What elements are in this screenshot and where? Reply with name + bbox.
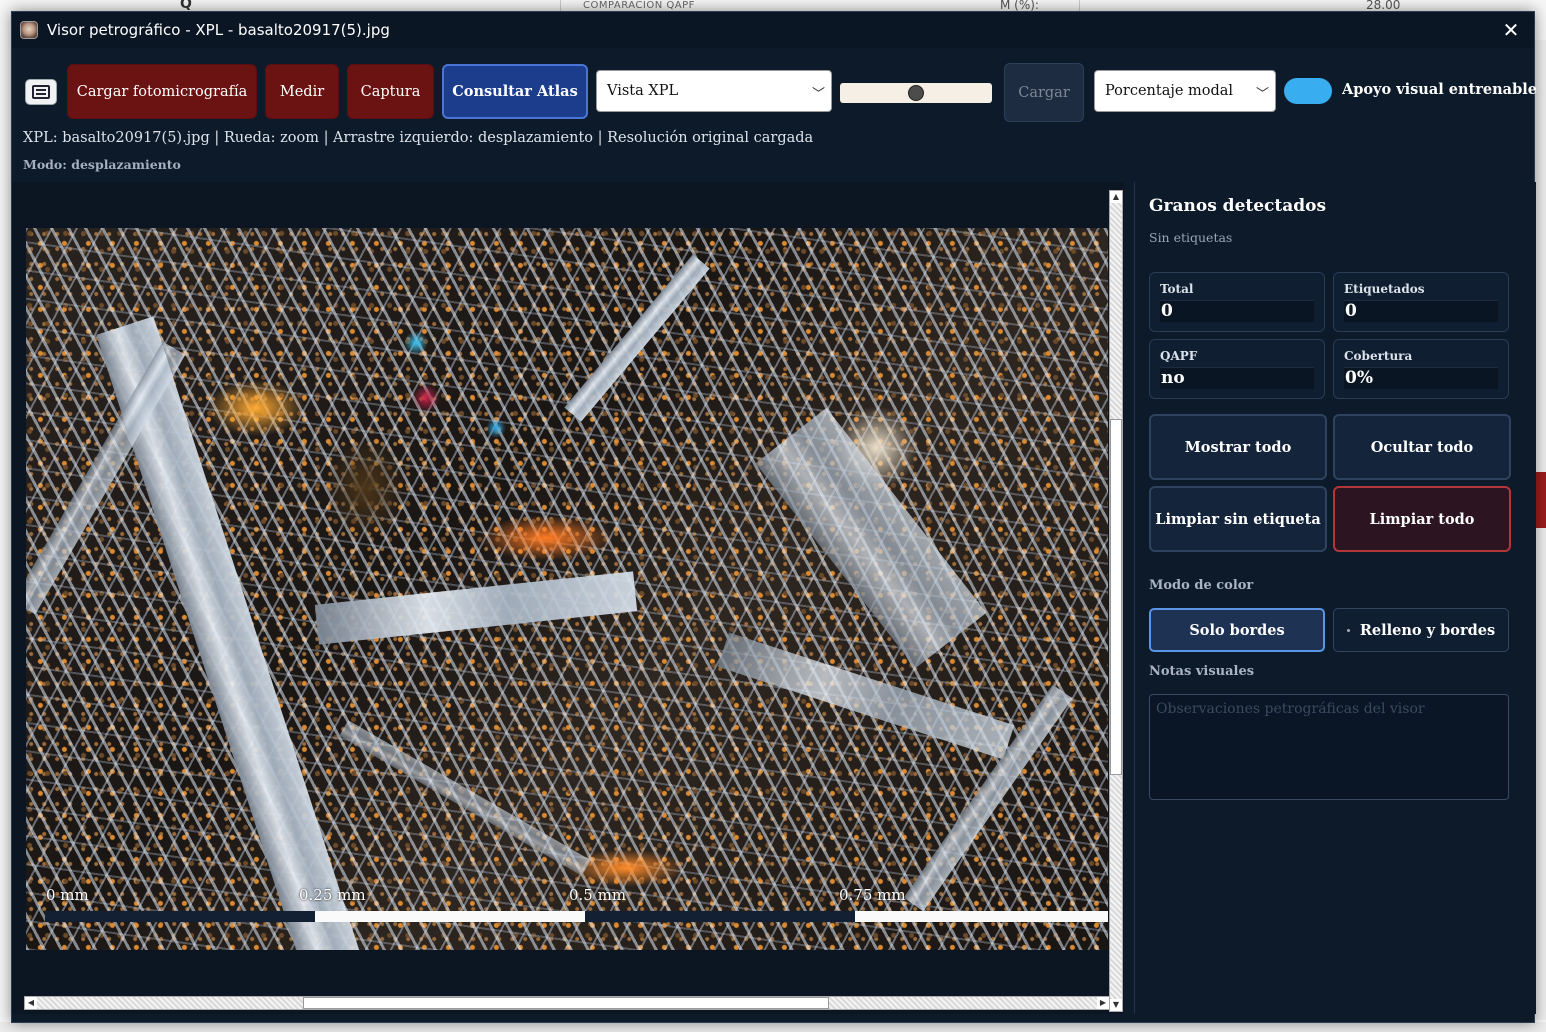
load-button-disabled: Cargar [1004,63,1084,122]
background-bottom-strip [0,1022,1546,1032]
chevron-down-icon: ﹀ [811,87,825,102]
toolbar: Cargar fotomicrografía Medir Captura Con… [12,63,1537,122]
panel-subtitle: Sin etiquetas [1149,230,1233,245]
scale-label-1: 0.25 mm [299,886,366,904]
visual-support-toggle[interactable] [1284,78,1332,104]
stat-total-label: Total [1160,282,1194,296]
stat-total: Total 0 [1149,272,1325,332]
stat-qapf-value: no [1160,367,1314,389]
scale-label-2: 0.5 mm [569,886,627,904]
consult-atlas-button[interactable]: Consultar Atlas [442,64,588,119]
petrographic-viewer-window: Visor petrográfico - XPL - basalto20917(… [11,11,1537,1023]
stat-qapf-label: QAPF [1160,349,1198,363]
vertical-scrollbar[interactable]: ▲ ▼ [1109,190,1123,1012]
color-mode-fill-button[interactable]: Relleno y bordes [1333,608,1509,652]
horizontal-scroll-thumb[interactable] [303,997,829,1009]
slider-thumb[interactable] [908,85,924,101]
color-mode-label: Modo de color [1149,578,1254,593]
scroll-down-icon[interactable]: ▼ [1110,999,1122,1011]
color-mode-fill-label: Relleno y bordes [1359,621,1496,639]
close-icon: ✕ [1502,18,1520,42]
metric-select[interactable]: Porcentaje modal ﹀ [1094,70,1276,112]
metric-value: Porcentaje modal [1105,83,1234,99]
app-icon [20,21,38,39]
menu-icon [32,85,50,99]
stat-coverage-label: Cobertura [1344,349,1413,363]
grains-panel: Granos detectados Sin etiquetas Total 0 … [1134,182,1536,1014]
vertical-scroll-thumb[interactable] [1110,419,1122,775]
panel-title: Granos detectados [1149,196,1327,216]
stat-total-value: 0 [1160,300,1314,322]
chevron-down-icon: ﹀ [1255,87,1269,102]
scale-labels: 0 mm 0.25 mm 0.5 mm 0.75 mm [26,886,1108,908]
scale-bar-segment [585,911,855,922]
stat-qapf: QAPF no [1149,339,1325,399]
menu-button[interactable] [25,79,57,105]
scroll-up-icon[interactable]: ▲ [1110,191,1122,203]
view-mode-value: Vista XPL [607,83,679,99]
capture-button[interactable]: Captura [347,64,434,119]
visual-support-label: Apoyo visual entrenable [1342,81,1537,98]
plagioclase-lath [564,254,710,422]
load-photomicrograph-button[interactable]: Cargar fotomicrografía [67,64,257,119]
scale-bar-segment [315,911,585,922]
plagioclase-lath [314,571,638,645]
scale-label-0: 0 mm [46,886,89,904]
title-bar: Visor petrográfico - XPL - basalto20917(… [12,12,1534,48]
window-title: Visor petrográfico - XPL - basalto20917(… [47,21,390,39]
plagioclase-lath [755,407,987,669]
opacity-slider[interactable] [840,83,992,103]
clear-unlabeled-button[interactable]: Limpiar sin etiqueta [1149,486,1327,552]
scale-bar-segment [45,911,315,922]
radio-dot-icon [1346,628,1350,632]
stat-labeled: Etiquetados 0 [1333,272,1509,332]
close-button[interactable]: ✕ [1488,12,1534,48]
measure-button[interactable]: Medir [265,64,339,119]
background-field-label: M (%): [1000,0,1039,12]
background-field-value: 28.00 [1366,0,1401,12]
status-info: XPL: basalto20917(5).jpg | Rueda: zoom |… [23,130,814,146]
show-all-button[interactable]: Mostrar todo [1149,414,1327,480]
photomicrograph-image[interactable]: 0 mm 0.25 mm 0.5 mm 0.75 mm [26,228,1108,950]
scale-bar-segment [855,911,1108,922]
stat-labeled-value: 0 [1344,300,1498,322]
view-mode-select[interactable]: Vista XPL ﹀ [596,70,832,112]
scale-label-3: 0.75 mm [839,886,906,904]
color-mode-borders-button[interactable]: Solo bordes [1149,608,1325,652]
hide-all-button[interactable]: Ocultar todo [1333,414,1511,480]
stat-coverage-value: 0% [1344,367,1498,389]
notes-label: Notas visuales [1149,664,1255,679]
scroll-left-icon[interactable]: ◀ [25,997,37,1009]
stat-coverage: Cobertura 0% [1333,339,1509,399]
scroll-right-icon[interactable]: ▶ [1097,997,1109,1009]
stat-labeled-label: Etiquetados [1344,282,1425,296]
image-viewer[interactable]: 0 mm 0.25 mm 0.5 mm 0.75 mm ▲ ▼ ◀ ▶ [12,182,1124,1014]
clear-all-button[interactable]: Limpiar todo [1333,486,1511,552]
visual-notes-input[interactable] [1149,694,1509,800]
mode-indicator: Modo: desplazamiento [23,157,181,172]
plagioclase-lath [717,632,1015,760]
plagioclase-lath [339,720,591,876]
horizontal-scrollbar[interactable]: ◀ ▶ [24,996,1110,1010]
